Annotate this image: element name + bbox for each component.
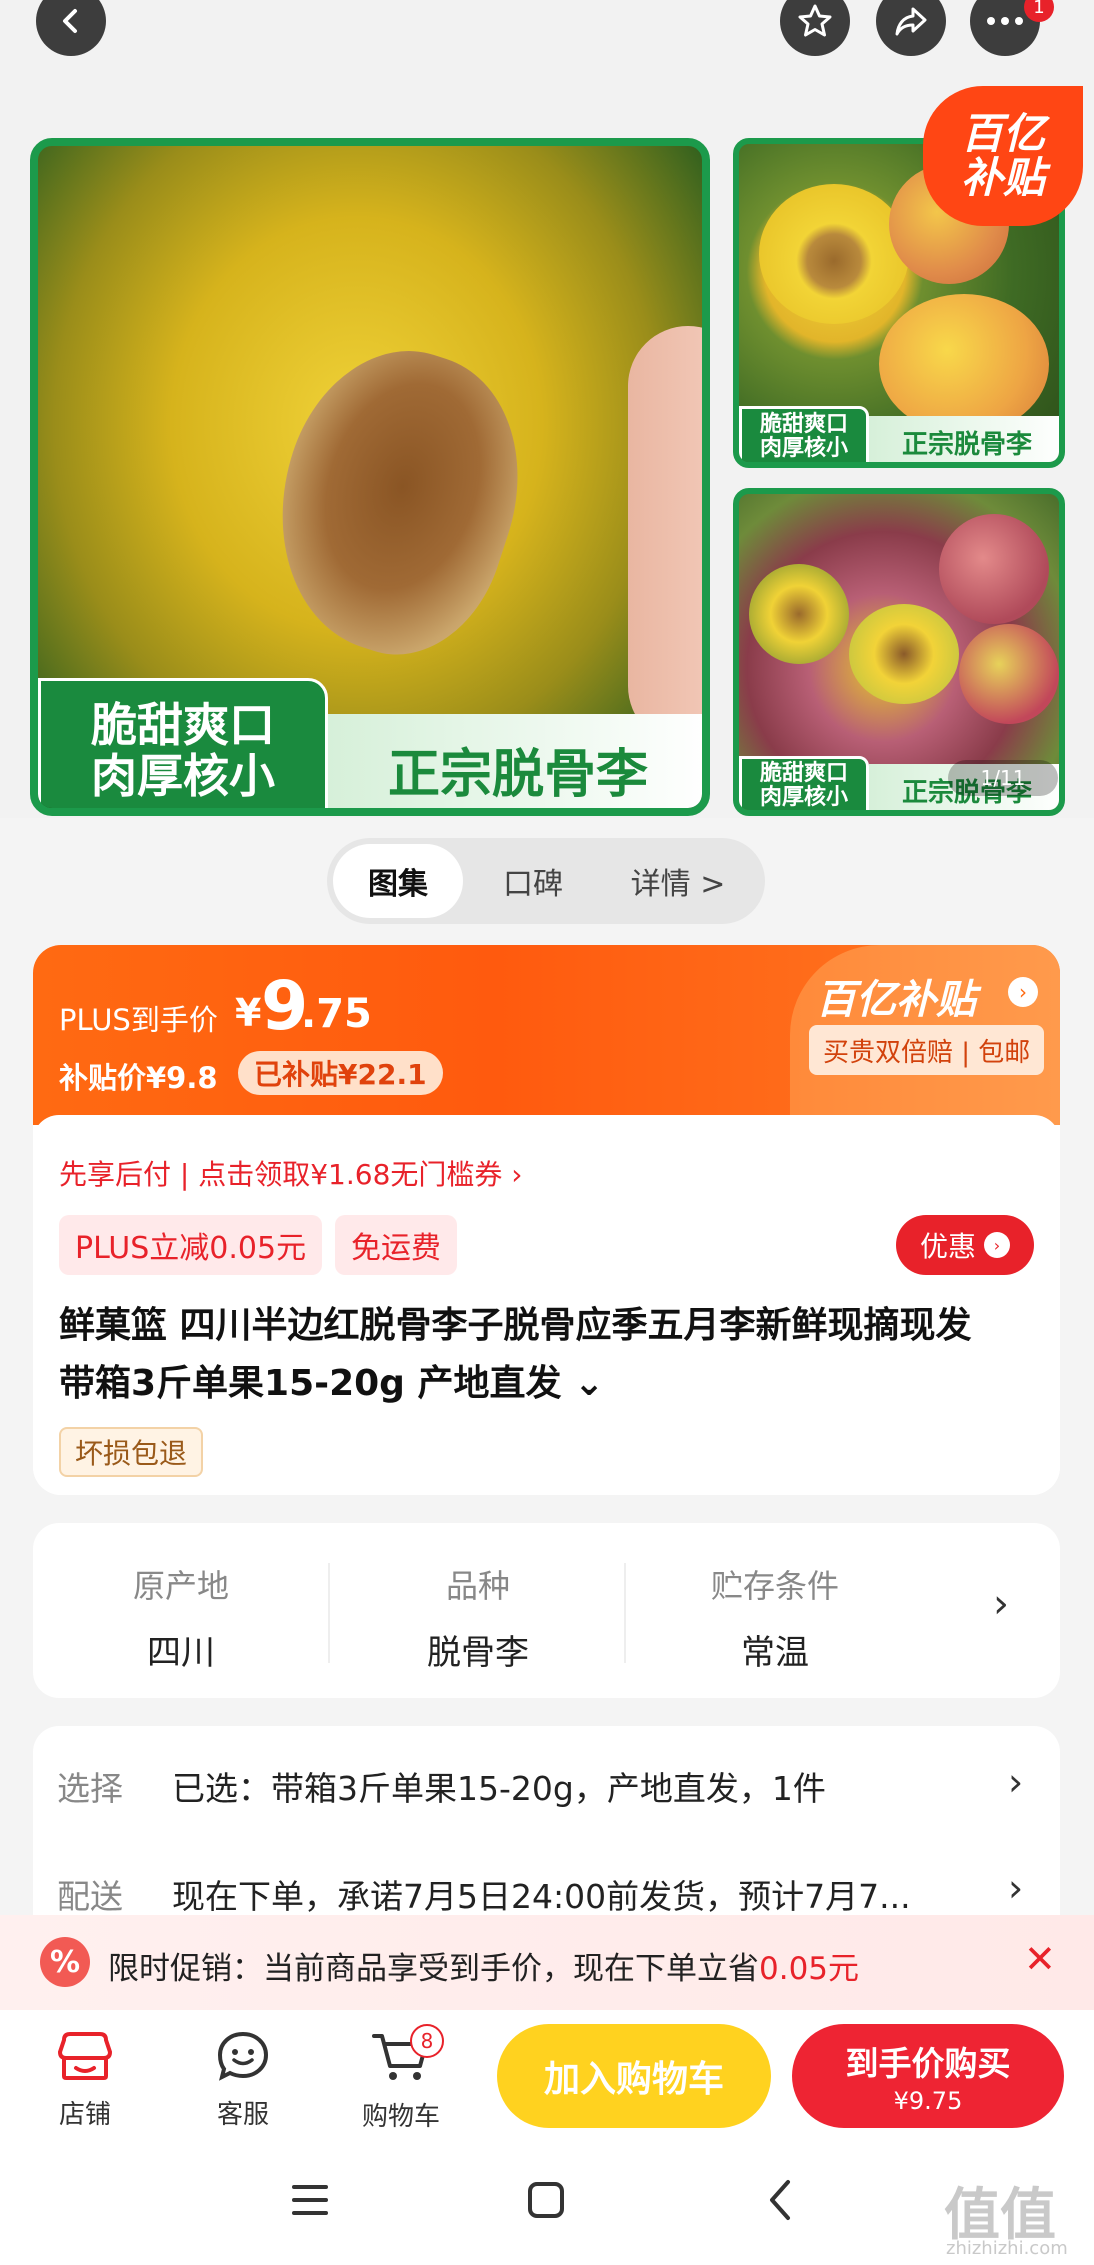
plum-pit-graphic — [242, 322, 554, 680]
price-card-body: 先享后付 | 点击领取¥1.68无门槛券 › PLUS立减0.05元 免运费 优… — [33, 1115, 1060, 1495]
thumb1-label-left: 脆甜爽口 肉厚核小 — [739, 406, 869, 462]
promo-text: 限时促销：当前商品享受到手价，现在下单立省0.05元 — [108, 1943, 859, 1988]
thumb2-label-left: 脆甜爽口 肉厚核小 — [739, 756, 869, 810]
cart-label: 购物车 — [361, 2102, 440, 2132]
attribute-value: 四川 — [147, 1633, 215, 1673]
subsidy-badge-line1: 百亿 — [960, 108, 1045, 158]
attribute-key: 品种 — [445, 1567, 510, 1605]
watermark-url: zhizhizhi.com — [946, 2238, 1068, 2259]
plum-graphic — [939, 514, 1049, 624]
product-title[interactable]: 鲜菓篮 四川半边红脱骨李子脱骨应季五月李新鲜现摘现发 带箱3斤单果15-20g … — [59, 1297, 1019, 1413]
plum-half-graphic — [849, 604, 959, 704]
discount-button[interactable]: 优惠 › — [896, 1215, 1034, 1275]
select-key: 选择 — [57, 1769, 123, 1808]
attribute-key: 贮存条件 — [710, 1567, 839, 1605]
discount-button-label: 优惠 — [919, 1230, 976, 1263]
price-header: PLUS到手价 ¥ 9 .75 补贴价¥9.8 已补贴¥22.1 百亿补贴 › … — [33, 945, 1060, 1125]
promo-message: 限时促销：当前商品享受到手价，现在下单立省 — [108, 1951, 759, 1987]
divider — [624, 1563, 626, 1663]
customer-service-button[interactable]: 客服 — [188, 2030, 298, 2131]
price-card: PLUS到手价 ¥ 9 .75 补贴价¥9.8 已补贴¥22.1 百亿补贴 › … — [33, 945, 1060, 1495]
attribute-value: 常温 — [741, 1633, 809, 1673]
selection-card: 选择 已选：带箱3斤单果15-20g，产地直发，1件 › 配送 现在下单，承诺7… — [33, 1726, 1060, 1946]
option-select-row[interactable]: 选择 已选：带箱3斤单果15-20g，产地直发，1件 — [57, 1756, 1047, 1816]
guarantee-label: 买贵双倍赔 | 包邮 — [809, 1025, 1045, 1075]
more-dots-icon — [987, 17, 1023, 25]
chevron-right-icon: › — [984, 1232, 1010, 1258]
chevron-right-icon: › — [1008, 977, 1038, 1007]
plus-price-label: PLUS到手价 — [59, 1003, 218, 1037]
subsidy-price: 补贴价¥9.8 — [59, 1061, 218, 1095]
chevron-right-icon[interactable]: › — [1008, 1760, 1023, 1804]
percent-icon: % — [40, 1937, 90, 1987]
price-decimal: .75 — [301, 991, 372, 1037]
system-navigation-bar — [0, 2140, 1094, 2265]
main-label-right: 正宗脱骨李 — [328, 714, 702, 808]
add-to-cart-button[interactable]: 加入购物车 — [497, 2024, 771, 2128]
delivery-value: 现在下单，承诺7月5日24:00前发货，预计7月7... — [172, 1877, 911, 1916]
plum-half-graphic — [759, 184, 909, 324]
promo-banner[interactable]: % 限时促销：当前商品享受到手价，现在下单立省0.05元 ✕ — [0, 1915, 1094, 2010]
menu-icon[interactable] — [290, 2182, 330, 2218]
currency-symbol: ¥ — [235, 991, 262, 1035]
bottom-action-bar: 店铺 客服 8 购物车 加入购物车 到手价购买 ¥9.75 — [0, 2010, 1094, 2140]
damage-refund-tag: 坏损包退 — [59, 1427, 204, 1477]
back-nav-icon[interactable] — [764, 2178, 796, 2222]
attribute-variety: 品种 脱骨李 — [330, 1561, 626, 1674]
subsidy-badge: 百亿 补贴 — [923, 86, 1083, 226]
plum-half-graphic — [749, 564, 849, 664]
buy-label: 到手价购买 — [845, 2044, 1011, 2083]
plum-graphic — [879, 294, 1049, 434]
attribute-value: 脱骨李 — [427, 1633, 529, 1673]
yizhi-subsidy-label[interactable]: 百亿补贴 — [816, 967, 976, 1025]
service-label: 客服 — [216, 2100, 269, 2130]
buy-now-button[interactable]: 到手价购买 ¥9.75 — [792, 2024, 1064, 2128]
main-label-left: 脆甜爽口 肉厚核小 — [38, 678, 328, 808]
tab-gallery[interactable]: 图集 — [333, 844, 463, 918]
plum-graphic — [959, 624, 1059, 724]
attribute-key: 原产地 — [132, 1567, 229, 1605]
attribute-origin: 原产地 四川 — [33, 1561, 329, 1674]
subsidized-amount: 已补贴¥22.1 — [238, 1051, 443, 1095]
promo-amount: 0.05元 — [759, 1951, 860, 1987]
store-button[interactable]: 店铺 — [30, 2030, 140, 2131]
cart-button[interactable]: 8 购物车 — [346, 2024, 456, 2133]
buy-price: ¥9.75 — [893, 2087, 963, 2115]
store-label: 店铺 — [58, 2100, 111, 2130]
coupon-link[interactable]: 先享后付 | 点击领取¥1.68无门槛券 › — [59, 1153, 523, 1193]
free-shipping-tag: 免运费 — [335, 1215, 457, 1275]
plus-discount-tag: PLUS立减0.05元 — [59, 1215, 323, 1275]
thumb1-label-right: 正宗脱骨李 — [869, 416, 1059, 462]
close-icon[interactable]: ✕ — [1024, 1937, 1056, 1981]
back-arrow-icon — [63, 9, 77, 33]
tab-reviews[interactable]: 口碑 — [463, 844, 603, 918]
subsidy-badge-line2: 补贴 — [960, 153, 1045, 202]
share-icon — [895, 7, 927, 36]
gallery-pager: 1/11 — [948, 760, 1058, 796]
home-icon[interactable] — [526, 2180, 566, 2220]
attributes-card[interactable]: 原产地 四川 品种 脱骨李 贮存条件 常温 › — [33, 1523, 1060, 1698]
chevron-right-icon[interactable]: › — [993, 1581, 1009, 1627]
cart-count-badge: 8 — [410, 2024, 444, 2058]
select-value: 已选：带箱3斤单果15-20g，产地直发，1件 — [172, 1769, 826, 1808]
attribute-storage: 贮存条件 常温 — [627, 1561, 923, 1674]
finger-graphic — [628, 326, 702, 746]
gallery-tabs: 图集 口碑 详情 > — [327, 838, 765, 924]
chevron-right-icon[interactable]: › — [1008, 1866, 1023, 1910]
chat-face-icon — [217, 2031, 269, 2081]
delivery-key: 配送 — [57, 1877, 123, 1916]
store-icon — [57, 2032, 113, 2080]
star-icon — [798, 4, 832, 37]
main-product-photo[interactable]: 脆甜爽口 肉厚核小 正宗脱骨李 — [30, 138, 710, 816]
tab-details[interactable]: 详情 > — [603, 844, 753, 918]
